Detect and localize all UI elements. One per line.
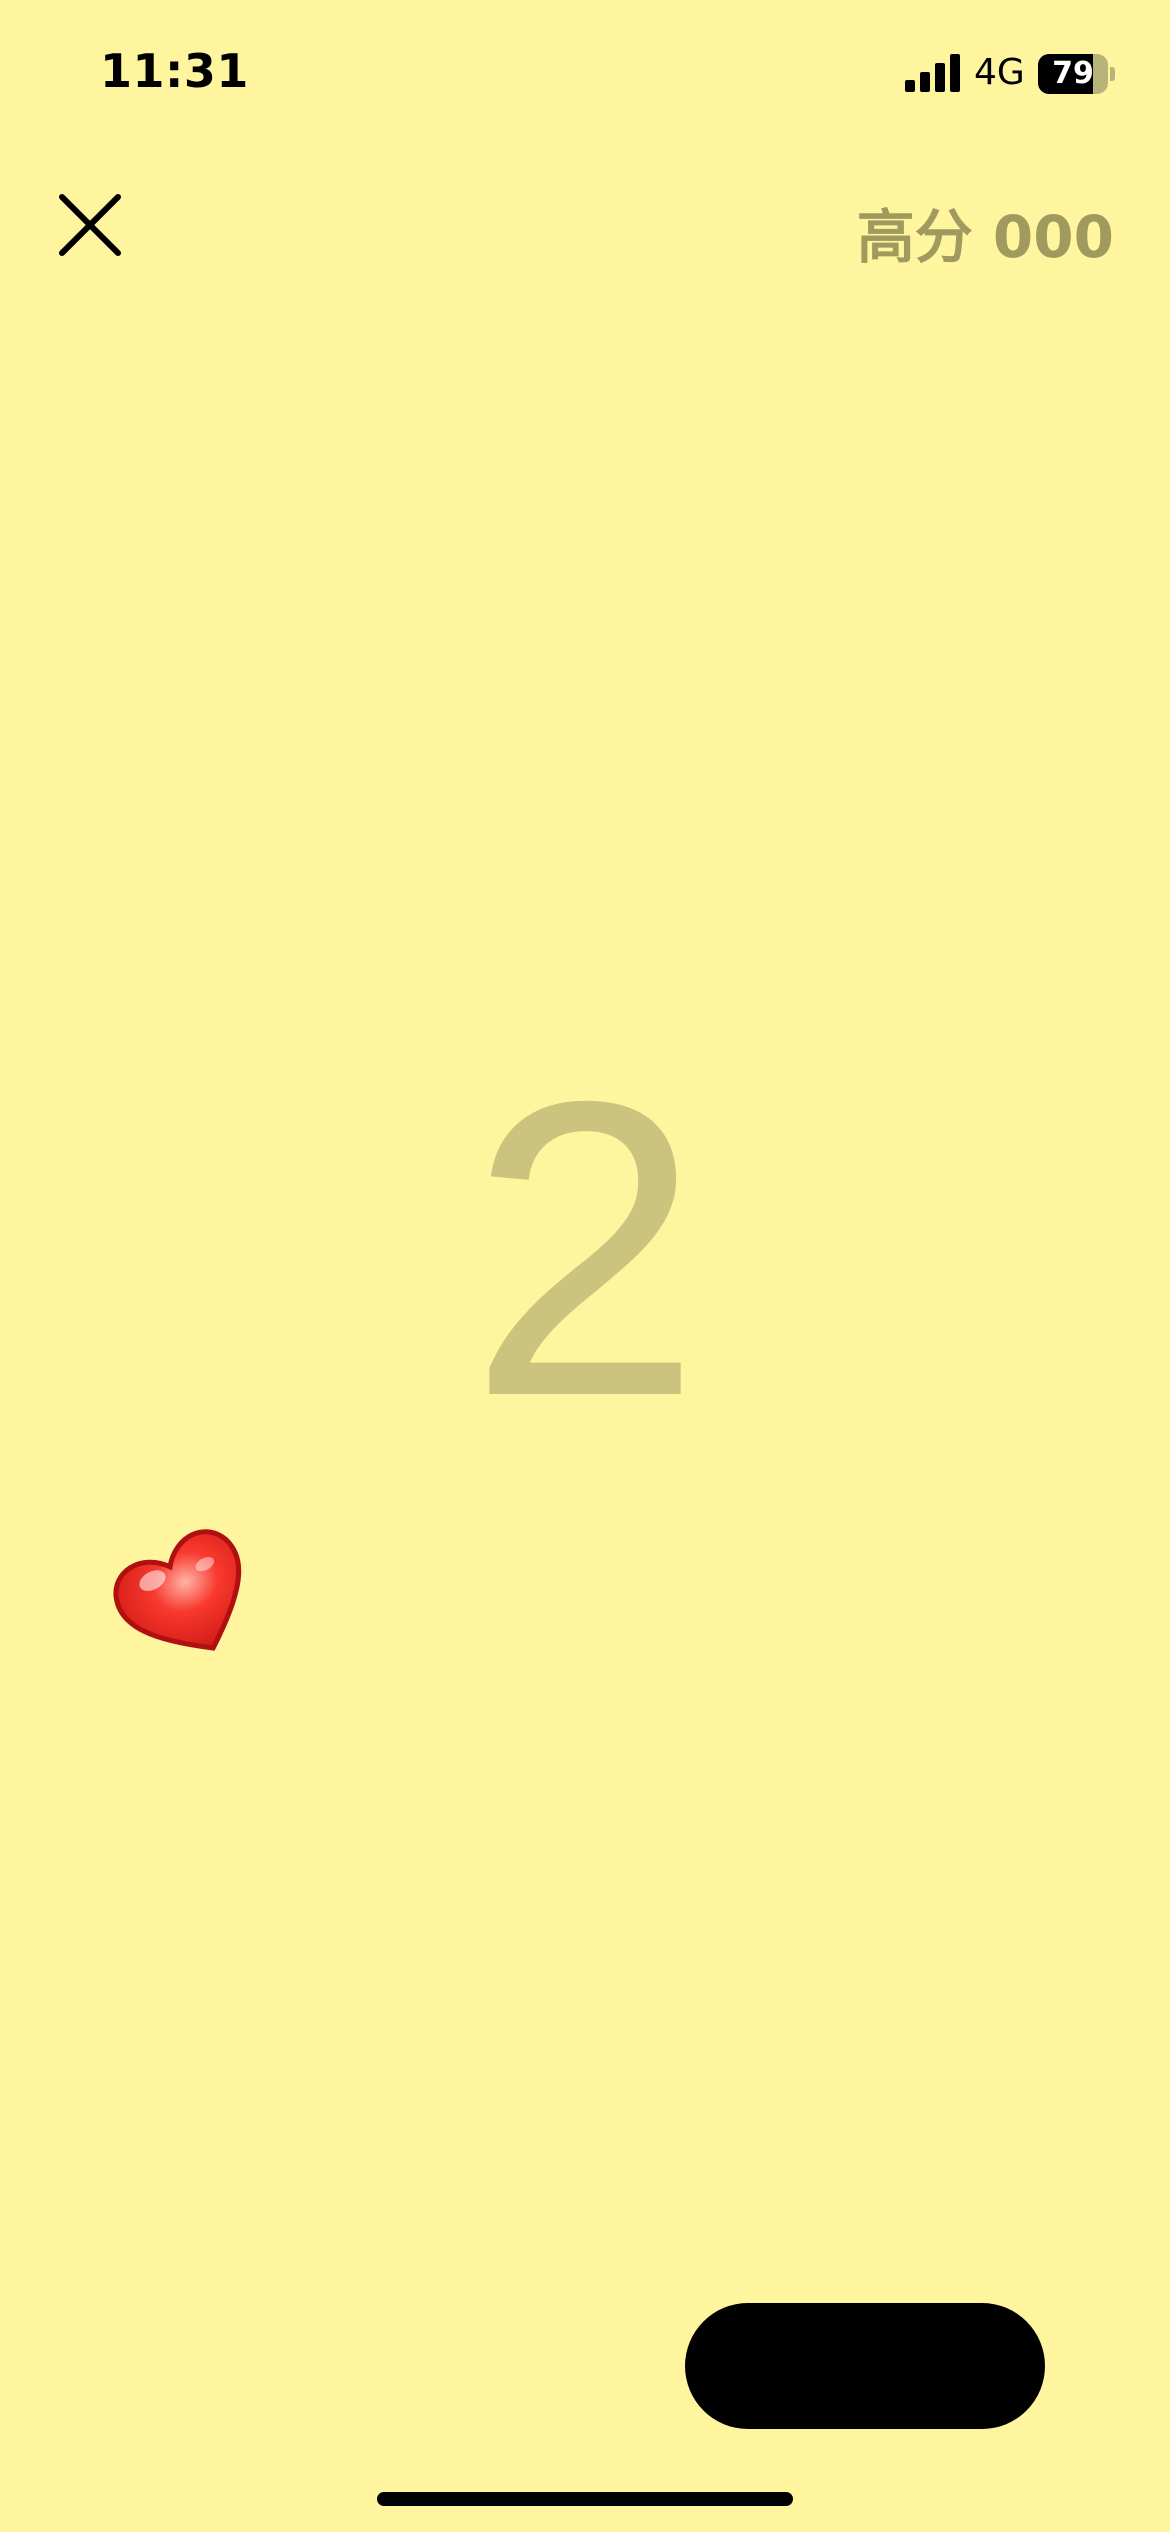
battery-tip	[1110, 67, 1115, 81]
high-score: 高分 000	[856, 203, 1114, 271]
network-label: 4G	[974, 52, 1025, 93]
status-time: 11:31	[100, 44, 249, 98]
battery-body: 79	[1038, 54, 1108, 94]
close-icon	[59, 194, 121, 256]
heart-icon	[113, 1529, 242, 1651]
battery-icon: 79	[1038, 54, 1116, 94]
signal-icon	[905, 54, 960, 92]
status-bar: 11:31 4G 79	[0, 0, 1170, 150]
battery-level: 79	[1052, 56, 1094, 91]
paddle[interactable]	[685, 2303, 1045, 2429]
home-indicator[interactable]	[377, 2492, 793, 2506]
countdown-number: 2	[468, 1015, 702, 1484]
close-button[interactable]	[50, 185, 130, 265]
